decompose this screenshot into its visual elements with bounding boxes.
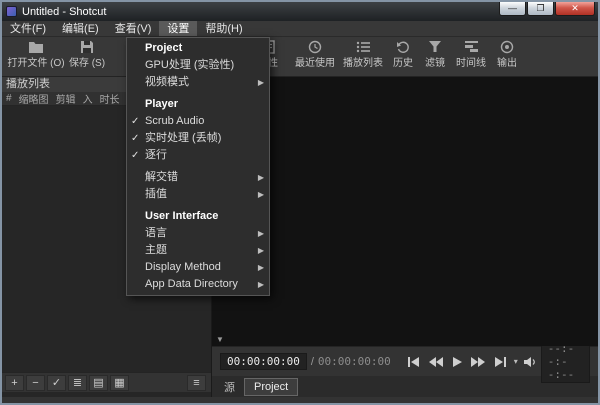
close-button[interactable]: ✕ [555,2,595,16]
timeline-icon [452,40,490,57]
submenu-arrow-icon: ▶ [258,276,264,293]
open-folder-icon [6,40,66,57]
transport-buttons: ▾ [405,353,541,371]
volume-button[interactable] [520,353,541,371]
column-index[interactable]: # [6,93,12,104]
toolbar-timeline[interactable]: 时间线 [452,40,490,74]
menu-settings[interactable]: 设置 [159,21,197,36]
view-tiles-button[interactable]: ▤ [89,375,108,391]
current-timecode-field[interactable]: 00:00:00:00 [220,353,307,370]
menu-item-display-method[interactable]: Display Method▶ [127,259,269,276]
menu-item-realtime[interactable]: ✓实时处理 (丢帧) [127,130,269,147]
main-toolbar: 打开文件 (O) 保存 (S) 属性 最近使用 播放列表 [2,37,598,77]
menubar: 文件(F) 编辑(E) 查看(V) 设置 帮助(H) [2,21,598,37]
playlist-add-button[interactable]: + [5,375,24,391]
window-title: Untitled - Shotcut [22,6,106,18]
maximize-button[interactable]: ❐ [527,2,554,16]
submenu-arrow-icon: ▶ [258,169,264,186]
skip-to-end-button[interactable] [489,353,510,371]
menu-item-video-mode[interactable]: 视频模式▶ [127,74,269,91]
timecode-separator: / [311,356,314,368]
menu-item-app-data-directory[interactable]: App Data Directory▶ [127,276,269,293]
toolbar-filters[interactable]: 滤镜 [420,40,450,74]
titlebar: Untitled - Shotcut — ❐ ✕ [2,2,598,21]
column-thumbnail[interactable]: 缩略图 [19,91,49,106]
submenu-arrow-icon: ▶ [258,74,264,91]
toolbar-playlist[interactable]: 播放列表 [340,40,386,74]
column-clip[interactable]: 剪辑 [56,91,76,106]
selected-duration-display: --:--:--:-- [541,340,590,383]
shotcut-logo-icon [6,6,17,17]
play-button[interactable] [447,353,468,371]
rewind-button[interactable] [426,353,447,371]
tab-source[interactable]: 源 [215,377,244,397]
toolbar-open-file[interactable]: 打开文件 (O) [6,40,66,74]
menu-edit[interactable]: 编辑(E) [54,21,107,36]
column-in[interactable]: 入 [83,91,93,106]
tab-project[interactable]: Project [244,378,298,396]
menu-item-progressive[interactable]: ✓逐行 [127,147,269,164]
toolbar-recent[interactable]: 最近使用 [292,40,338,74]
menu-item-language[interactable]: 语言▶ [127,225,269,242]
history-icon [388,40,418,57]
menu-header-user-interface: User Interface [127,208,269,225]
toolbar-export[interactable]: 输出 [492,40,522,74]
menu-item-deinterlacer[interactable]: 解交错▶ [127,169,269,186]
menu-item-interpolation[interactable]: 插值▶ [127,186,269,203]
submenu-arrow-icon: ▶ [258,259,264,276]
submenu-arrow-icon: ▶ [258,186,264,203]
menu-view[interactable]: 查看(V) [107,21,160,36]
transport-bar: 00:00:00:00 / 00:00:00:00 ▾ [212,346,598,376]
app-window: Untitled - Shotcut — ❐ ✕ 文件(F) 编辑(E) 查看(… [0,0,600,405]
check-icon: ✓ [131,130,139,147]
skip-to-start-button[interactable] [405,353,426,371]
column-duration[interactable]: 时长 [100,91,120,106]
playlist-remove-button[interactable]: − [26,375,45,391]
menu-file[interactable]: 文件(F) [2,21,54,36]
menu-item-theme[interactable]: 主题▶ [127,242,269,259]
export-icon [492,40,522,57]
check-icon: ✓ [131,147,139,164]
toolbar-save[interactable]: 保存 (S) [66,40,108,74]
settings-menu: Project GPU处理 (实验性) 视频模式▶ Player ✓Scrub … [126,37,270,296]
toolbar-history[interactable]: 历史 [388,40,418,74]
playlist-icon [340,40,386,57]
save-icon [66,40,108,57]
menu-item-scrub-audio[interactable]: ✓Scrub Audio [127,113,269,130]
menu-header-project: Project [127,40,269,57]
playlist-menu-button[interactable]: ≡ [187,375,206,391]
view-details-button[interactable]: ≣ [68,375,87,391]
playlist-toolbar: + − ✓ ≣ ▤ ▦ ≡ [2,372,211,392]
filter-funnel-icon [420,40,450,57]
total-timecode: 00:00:00:00 [318,355,391,368]
fast-forward-button[interactable] [468,353,489,371]
menu-help[interactable]: 帮助(H) [197,21,250,36]
player-zoom-chevron-icon[interactable]: ▼ [216,335,224,344]
volume-caret-icon[interactable]: ▾ [514,357,518,366]
menu-header-player: Player [127,96,269,113]
submenu-arrow-icon: ▶ [258,225,264,242]
clock-icon [292,40,338,57]
menu-item-gpu-processing[interactable]: GPU处理 (实验性) [127,57,269,74]
submenu-arrow-icon: ▶ [258,242,264,259]
status-bar [2,397,598,403]
playlist-update-button[interactable]: ✓ [47,375,66,391]
check-icon: ✓ [131,113,139,130]
view-icons-button[interactable]: ▦ [110,375,129,391]
minimize-button[interactable]: — [499,2,526,16]
